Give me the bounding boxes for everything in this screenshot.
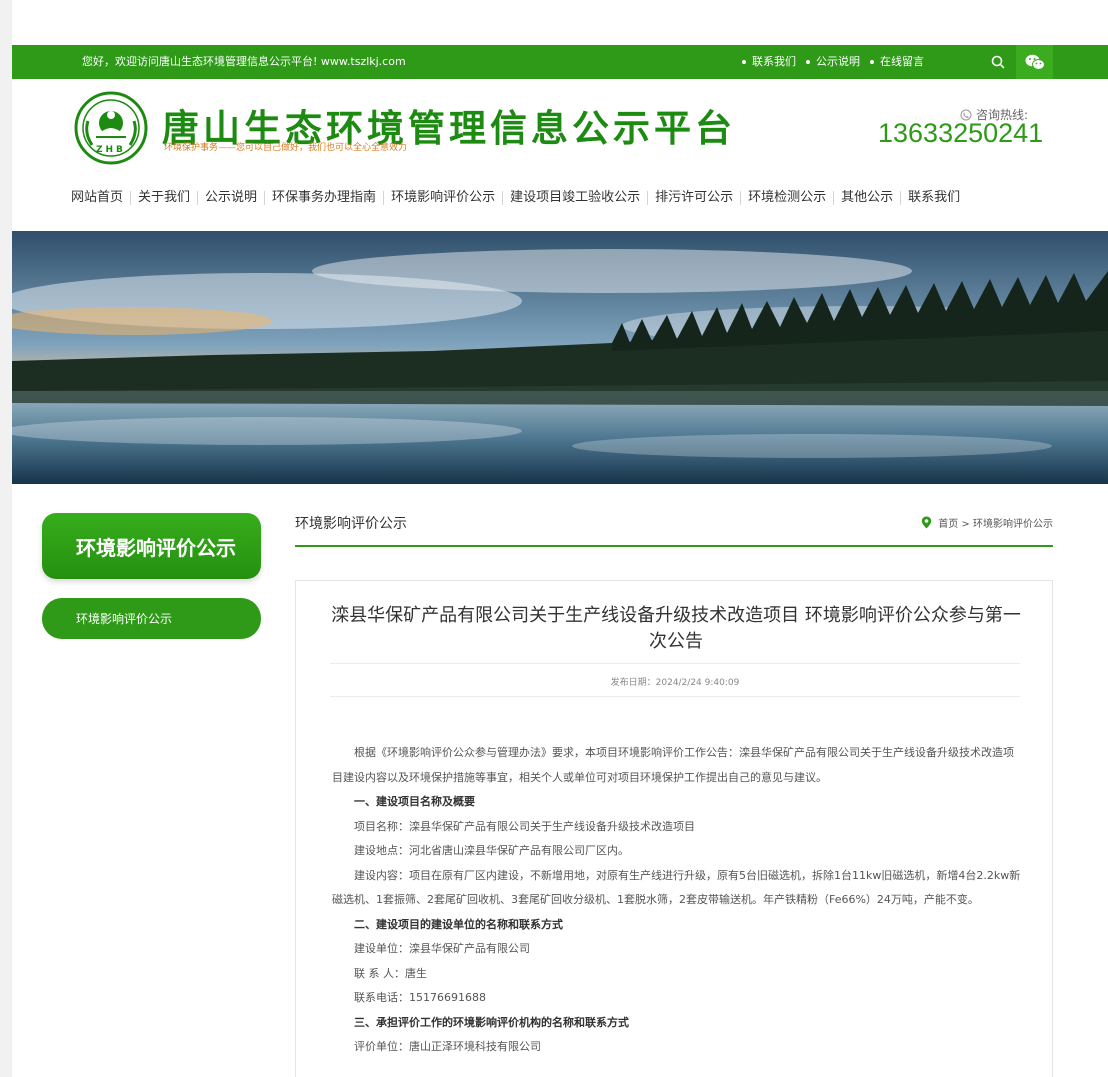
search-button[interactable] [980,45,1016,79]
article-title: 滦县华保矿产品有限公司关于生产线设备升级技术改造项目 环境影响评价公众参与第一次… [331,605,1021,652]
nav-item-guide[interactable]: 环保事务办理指南 [265,188,383,208]
article-paragraph: 建设内容：项目在原有厂区内建设，不新增用地，对原有生产线进行升级，原有5台旧磁选… [332,868,1021,907]
article-paragraph: 建设单位：滦县华保矿产品有限公司 [354,942,530,955]
sidebar-item-eia[interactable]: 环境影响评价公示 [42,598,261,639]
nav-item-other[interactable]: 其他公示 [834,188,900,208]
article-heading: 二、建设项目的建设单位的名称和联系方式 [354,917,563,931]
nav-item-eia[interactable]: 环境影响评价公示 [384,188,502,208]
location-pin-icon [922,516,932,529]
nav-item-monitoring[interactable]: 环境检测公示 [741,188,833,208]
bullet-icon [870,60,874,64]
nav-item-notice[interactable]: 公示说明 [198,188,264,208]
article-paragraph: 建设地点：河北省唐山滦县华保矿产品有限公司厂区内。 [354,844,629,857]
content-header: 环境影响评价公示 首页 > 环境影响评价公示 [295,510,1053,547]
top-link-contact[interactable]: 联系我们 [742,45,796,79]
search-icon [991,55,1005,69]
article-paragraph: 联系电话：15176691688 [354,991,486,1004]
divider [330,663,1020,664]
site-logo[interactable]: ZHB [74,91,148,165]
sidebar-title: 环境影响评价公示 [42,513,261,579]
nav-item-about[interactable]: 关于我们 [131,188,197,208]
wechat-button[interactable] [1016,45,1053,79]
top-link-notice[interactable]: 公示说明 [806,45,860,79]
publish-date: 发布日期：2024/2/24 9:40:09 [610,678,740,688]
main-nav: 网站首页 关于我们 公示说明 环保事务办理指南 环境影响评价公示 建设项目竣工验… [64,188,967,208]
top-bar: 您好，欢迎访问唐山生态环境管理信息公示平台! www.tszlkj.com 联系… [12,45,1108,79]
wechat-icon [1025,54,1045,70]
nav-item-contact[interactable]: 联系我们 [901,188,967,208]
top-link-message[interactable]: 在线留言 [870,45,924,79]
article-card: 滦县华保矿产品有限公司关于生产线设备升级技术改造项目 环境影响评价公众参与第一次… [295,580,1053,1077]
breadcrumb: 首页 > 环境影响评价公示 [921,515,1053,530]
article-heading: 三、承担评价工作的环境影响评价机构的名称和联系方式 [354,1015,629,1029]
logo-text: ZHB [96,145,126,155]
article-paragraph: 联 系 人：唐生 [354,966,427,980]
banner-image [12,231,1108,484]
article-body: 根据《环境影响评价公众参与管理办法》要求，本项目环境影响评价工作公告：滦县华保矿… [332,741,1022,1060]
article-paragraph: 项目名称：滦县华保矿产品有限公司关于生产线设备升级技术改造项目 [354,819,695,833]
article-heading: 一、建设项目名称及概要 [354,795,475,808]
site-slogan: 环境保护事务——您可以自己做好，我们也可以全心全意效力 [164,143,408,153]
article-paragraph: 根据《环境影响评价公众参与管理办法》要求，本项目环境影响评价工作公告：滦县华保矿… [332,746,1014,784]
bullet-icon [806,60,810,64]
nav-item-home[interactable]: 网站首页 [64,188,130,208]
hotline-number: 13633250241 [878,118,1044,148]
nav-item-permit[interactable]: 排污许可公示 [648,188,740,208]
welcome-text: 您好，欢迎访问唐山生态环境管理信息公示平台! www.tszlkj.com [82,55,406,68]
bullet-icon [742,60,746,64]
article-paragraph: 评价单位：唐山正泽环境科技有限公司 [354,1040,541,1053]
section-title: 环境影响评价公示 [295,516,407,532]
divider [330,696,1020,697]
top-links: 联系我们 公示说明 在线留言 [742,45,934,79]
nav-item-acceptance[interactable]: 建设项目竣工验收公示 [503,188,647,208]
